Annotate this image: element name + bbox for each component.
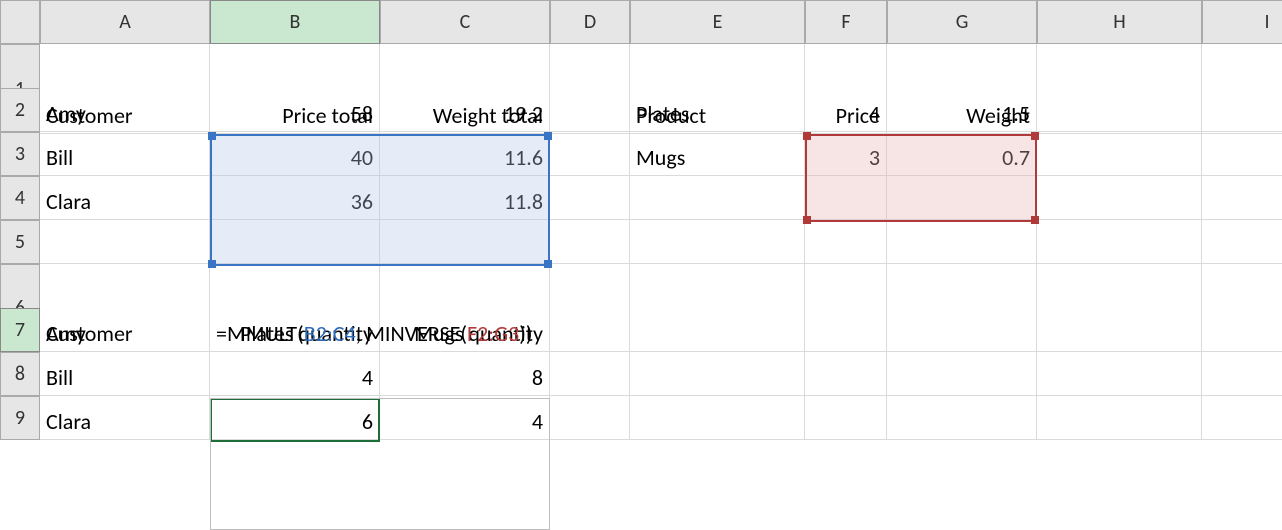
row-header-3[interactable]: 3 (0, 132, 40, 176)
cell-F3[interactable]: 3 (805, 132, 887, 176)
cell-A5[interactable] (40, 220, 210, 264)
col-header-I[interactable]: I (1202, 0, 1282, 44)
cell-I2[interactable] (1202, 88, 1282, 132)
cell-C4[interactable]: 11.8 (380, 176, 550, 220)
cell-F5[interactable] (805, 220, 887, 264)
cell-C2[interactable]: 19.2 (380, 88, 550, 132)
col-header-E[interactable]: E (630, 0, 805, 44)
row-header-8[interactable]: 8 (0, 352, 40, 396)
cell-G8[interactable] (887, 352, 1037, 396)
row-header-9[interactable]: 9 (0, 396, 40, 440)
cell-A3[interactable]: Bill (40, 132, 210, 176)
cell-H5[interactable] (1037, 220, 1202, 264)
col-header-F[interactable]: F (805, 0, 887, 44)
cell-B9[interactable]: 6 (210, 396, 380, 440)
row-header-4[interactable]: 4 (0, 176, 40, 220)
col-header-B[interactable]: B (210, 0, 380, 44)
cell-I5[interactable] (1202, 220, 1282, 264)
col-header-D[interactable]: D (550, 0, 630, 44)
cell-E5[interactable] (630, 220, 805, 264)
cell-I9[interactable] (1202, 396, 1282, 440)
cell-A9[interactable]: Clara (40, 396, 210, 440)
col-header-G[interactable]: G (887, 0, 1037, 44)
cell-E4[interactable] (630, 176, 805, 220)
row-header-2[interactable]: 2 (0, 88, 40, 132)
col-header-H[interactable]: H (1037, 0, 1202, 44)
cell-C7[interactable] (380, 308, 550, 352)
cell-F9[interactable] (805, 396, 887, 440)
cell-B8[interactable]: 4 (210, 352, 380, 396)
cell-B4[interactable]: 36 (210, 176, 380, 220)
cell-E2[interactable]: Plates (630, 88, 805, 132)
cell-G4[interactable] (887, 176, 1037, 220)
cell-A4[interactable]: Clara (40, 176, 210, 220)
cell-F7[interactable] (805, 308, 887, 352)
cell-I7[interactable] (1202, 308, 1282, 352)
cell-I4[interactable] (1202, 176, 1282, 220)
cell-B7-formula[interactable]: =MMULT(B2:C4, MINVERSE(F2:G3)) (210, 308, 380, 352)
cell-H4[interactable] (1037, 176, 1202, 220)
col-header-C[interactable]: C (380, 0, 550, 44)
cell-A2[interactable]: Amy (40, 88, 210, 132)
cell-D8[interactable] (550, 352, 630, 396)
cell-F2[interactable]: 4 (805, 88, 887, 132)
cell-G7[interactable] (887, 308, 1037, 352)
cell-G5[interactable] (887, 220, 1037, 264)
cell-I8[interactable] (1202, 352, 1282, 396)
cell-D7[interactable] (550, 308, 630, 352)
cell-H7[interactable] (1037, 308, 1202, 352)
cell-B5[interactable] (210, 220, 380, 264)
cell-F8[interactable] (805, 352, 887, 396)
cell-E9[interactable] (630, 396, 805, 440)
cell-H2[interactable] (1037, 88, 1202, 132)
cell-G2[interactable]: 1.5 (887, 88, 1037, 132)
select-all-corner[interactable] (0, 0, 40, 44)
spreadsheet-grid[interactable]: A B C D E F G H I 1 Customer Price total… (0, 0, 1282, 440)
cell-D5[interactable] (550, 220, 630, 264)
col-header-A[interactable]: A (40, 0, 210, 44)
cell-C5[interactable] (380, 220, 550, 264)
cell-E3[interactable]: Mugs (630, 132, 805, 176)
cell-G3[interactable]: 0.7 (887, 132, 1037, 176)
cell-A8[interactable]: Bill (40, 352, 210, 396)
cell-I3[interactable] (1202, 132, 1282, 176)
cell-F4[interactable] (805, 176, 887, 220)
cell-G9[interactable] (887, 396, 1037, 440)
row-header-7[interactable]: 7 (0, 308, 40, 352)
cell-D4[interactable] (550, 176, 630, 220)
cell-C8[interactable]: 8 (380, 352, 550, 396)
cell-E7[interactable] (630, 308, 805, 352)
cell-H8[interactable] (1037, 352, 1202, 396)
cell-D2[interactable] (550, 88, 630, 132)
cell-B3[interactable]: 40 (210, 132, 380, 176)
cell-H3[interactable] (1037, 132, 1202, 176)
cell-D3[interactable] (550, 132, 630, 176)
cell-D9[interactable] (550, 396, 630, 440)
cell-B2[interactable]: 58 (210, 88, 380, 132)
cell-C9[interactable]: 4 (380, 396, 550, 440)
cell-E8[interactable] (630, 352, 805, 396)
row-header-5[interactable]: 5 (0, 220, 40, 264)
cell-H9[interactable] (1037, 396, 1202, 440)
cell-C3[interactable]: 11.6 (380, 132, 550, 176)
cell-A7[interactable]: Amy (40, 308, 210, 352)
